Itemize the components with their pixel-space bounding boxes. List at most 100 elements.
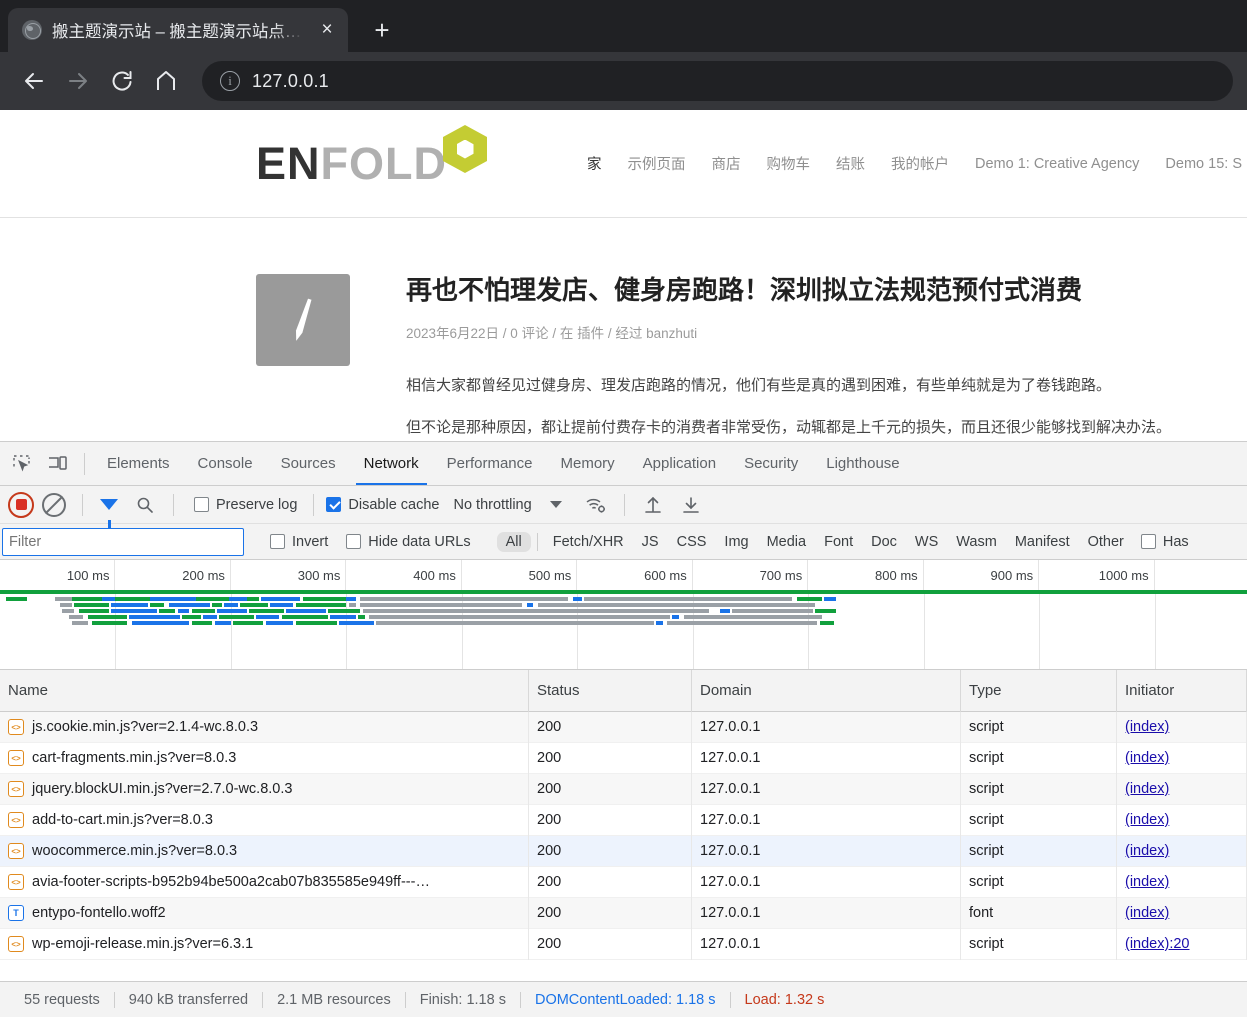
checkbox-box[interactable]	[270, 534, 285, 549]
cell-name[interactable]: <> js.cookie.min.js?ver=2.1.4-wc.8.0.3	[0, 711, 529, 743]
tab-sources[interactable]: Sources	[267, 442, 350, 485]
tab-memory[interactable]: Memory	[547, 442, 629, 485]
checkbox-box[interactable]	[1140, 534, 1156, 549]
type-filter-img[interactable]: Img	[715, 532, 757, 552]
type-filter-fetch-xhr[interactable]: Fetch/XHR	[544, 532, 633, 552]
new-tab-button[interactable]: +	[364, 12, 400, 48]
device-toolbar-icon[interactable]	[40, 446, 76, 482]
inspect-element-icon[interactable]	[4, 446, 40, 482]
waterfall-segment	[212, 603, 222, 607]
table-row[interactable]: <> jquery.blockUI.min.js?ver=2.7.0-wc.8.0…	[0, 773, 1247, 805]
initiator-link[interactable]: (index)	[1125, 781, 1169, 797]
type-filter-css[interactable]: CSS	[668, 532, 716, 552]
enfold-logo[interactable]: ENFOLD	[256, 125, 487, 186]
address-bar[interactable]: i 127.0.0.1	[202, 61, 1233, 101]
cell-name[interactable]: <> avia-footer-scripts-b952b94be500a2cab0…	[0, 866, 529, 898]
cell-domain: 127.0.0.1	[692, 928, 961, 960]
checkbox-box[interactable]	[346, 534, 362, 549]
home-icon[interactable]	[146, 61, 186, 101]
type-filter-wasm[interactable]: Wasm	[947, 532, 1006, 552]
type-filter-manifest[interactable]: Manifest	[1006, 532, 1079, 552]
tab-lighthouse[interactable]: Lighthouse	[812, 442, 913, 485]
has-blocked-cookies-checkbox[interactable]: Has	[1140, 534, 1189, 550]
cell-name[interactable]: <> woocommerce.min.js?ver=8.0.3	[0, 835, 529, 867]
throttling-select[interactable]: No throttling	[453, 497, 531, 513]
column-header-initiator[interactable]: Initiator	[1117, 670, 1247, 712]
browser-tab[interactable]: 搬主题演示站 – 搬主题演示站点… ×	[8, 8, 348, 52]
divider	[536, 532, 538, 551]
clear-icon[interactable]	[42, 492, 66, 517]
filter-funnel-icon[interactable]	[100, 499, 118, 528]
initiator-link[interactable]: (index)	[1125, 843, 1169, 859]
upload-icon[interactable]	[635, 487, 671, 523]
initiator-link[interactable]: (index)	[1125, 719, 1169, 735]
type-filter-doc[interactable]: Doc	[862, 532, 906, 552]
type-filter-media[interactable]: Media	[758, 532, 816, 552]
table-row[interactable]: <> wp-emoji-release.min.js?ver=6.3.1 200 12…	[0, 928, 1247, 960]
hide-data-urls-checkbox[interactable]: Hide data URLs	[346, 534, 471, 550]
filter-input[interactable]	[2, 527, 244, 556]
table-row[interactable]: <> woocommerce.min.js?ver=8.0.3 200 127.0.0…	[0, 835, 1247, 867]
waterfall-segment	[150, 597, 197, 601]
nav-item-sample-page[interactable]: 示例页面	[628, 153, 686, 174]
back-icon[interactable]	[14, 61, 54, 101]
checkbox-box[interactable]	[194, 497, 209, 512]
table-row[interactable]: <> cart-fragments.min.js?ver=8.0.3 200 127.…	[0, 742, 1247, 774]
forward-icon[interactable]	[58, 61, 98, 101]
tab-network[interactable]: Network	[350, 442, 433, 485]
table-row[interactable]: <> avia-footer-scripts-b952b94be500a2cab0…	[0, 866, 1247, 898]
type-filter-other[interactable]: Other	[1079, 532, 1133, 552]
type-filter-all[interactable]: All	[496, 531, 531, 552]
tab-application[interactable]: Application	[629, 442, 730, 485]
nav-item-demo-1[interactable]: Demo 1: Creative Agency	[975, 156, 1139, 172]
status-domcontentloaded: DOMContentLoaded: 1.18 s	[534, 991, 716, 1008]
search-icon[interactable]	[127, 487, 163, 523]
preserve-log-checkbox[interactable]: Preserve log	[194, 497, 297, 513]
initiator-link[interactable]: (index):20	[1125, 936, 1189, 952]
column-header-type[interactable]: Type	[961, 670, 1117, 712]
tab-elements[interactable]: Elements	[93, 442, 184, 485]
initiator-link[interactable]: (index)	[1125, 905, 1169, 921]
disable-cache-checkbox[interactable]: Disable cache	[326, 497, 439, 513]
timeline-tick: 500 ms	[462, 560, 578, 590]
type-filter-font[interactable]: Font	[815, 532, 862, 552]
table-row[interactable]: Tentypo-fontello.woff2 200 127.0.0.1 font (i…	[0, 897, 1247, 929]
nav-item-demo-15[interactable]: Demo 15: S	[1165, 156, 1242, 172]
tab-console[interactable]: Console	[184, 442, 267, 485]
network-overview[interactable]: 100 ms 200 ms 300 ms 400 ms 500 ms 600 ms 700 …	[0, 560, 1247, 670]
info-circle-icon[interactable]: i	[220, 71, 240, 91]
nav-item-cart[interactable]: 购物车	[767, 153, 811, 174]
initiator-link[interactable]: (index)	[1125, 750, 1169, 766]
type-filter-js[interactable]: JS	[633, 532, 668, 552]
tab-performance[interactable]: Performance	[433, 442, 547, 485]
record-stop-icon[interactable]	[8, 491, 34, 518]
nav-item-my-account[interactable]: 我的帐户	[891, 153, 949, 174]
initiator-link[interactable]: (index)	[1125, 874, 1169, 890]
column-header-status[interactable]: Status	[529, 670, 692, 712]
close-icon[interactable]: ×	[314, 17, 340, 43]
chevron-down-icon[interactable]	[549, 501, 562, 508]
table-row[interactable]: <> add-to-cart.min.js?ver=8.0.3 200 127.0.0…	[0, 804, 1247, 836]
nav-item-checkout[interactable]: 结账	[836, 153, 865, 174]
cell-name[interactable]: <> wp-emoji-release.min.js?ver=6.3.1	[0, 928, 529, 960]
nav-item-shop[interactable]: 商店	[712, 153, 741, 174]
download-icon[interactable]	[673, 487, 709, 523]
cell-name[interactable]: <> add-to-cart.min.js?ver=8.0.3	[0, 804, 529, 836]
nav-item-home[interactable]: 家	[587, 153, 602, 174]
waterfall-segment	[78, 609, 109, 613]
wifi-settings-icon[interactable]	[578, 487, 614, 523]
cell-name[interactable]: <> cart-fragments.min.js?ver=8.0.3	[0, 742, 529, 774]
initiator-link[interactable]: (index)	[1125, 812, 1169, 828]
cell-name[interactable]: Tentypo-fontello.woff2	[0, 897, 529, 929]
article-title[interactable]: 再也不怕理发店、健身房跑路！深圳拟立法规范预付式消费	[406, 274, 1227, 308]
invert-checkbox[interactable]: Invert	[270, 534, 328, 550]
column-header-name[interactable]: Name	[0, 670, 529, 712]
column-header-domain[interactable]: Domain	[692, 670, 961, 712]
reload-icon[interactable]	[102, 61, 142, 101]
checkbox-box[interactable]	[326, 497, 342, 512]
cell-name[interactable]: <> jquery.blockUI.min.js?ver=2.7.0-wc.8.0…	[0, 773, 529, 805]
tab-security[interactable]: Security	[730, 442, 812, 485]
request-name: cart-fragments.min.js?ver=8.0.3	[32, 750, 237, 766]
type-filter-ws[interactable]: WS	[906, 532, 947, 552]
table-row[interactable]: <> js.cookie.min.js?ver=2.1.4-wc.8.0.3 200…	[0, 711, 1247, 743]
